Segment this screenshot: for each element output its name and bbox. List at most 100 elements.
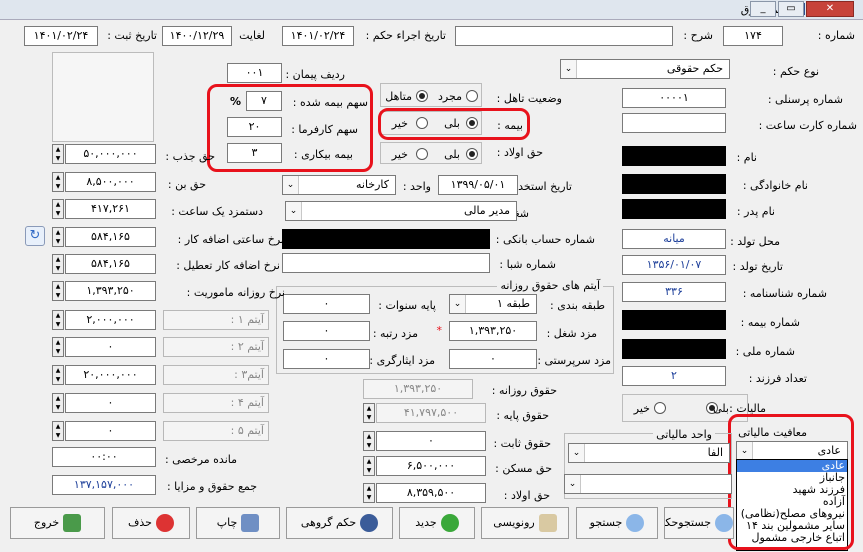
reg-date-field[interactable]: ۱۴۰۱/۰۲/۲۴ [24, 26, 98, 46]
holiday-field[interactable]: ۵۸۴,۱۶۵ [65, 254, 156, 274]
item3-name[interactable]: آیتم۳ : [163, 365, 269, 385]
copy-button[interactable]: رونویسی [481, 507, 569, 539]
exec-date-field[interactable]: ۱۴۰۱/۰۲/۲۴ [282, 26, 354, 46]
hourly-spinner[interactable]: ▲ ▼ [52, 199, 64, 219]
account-field[interactable] [282, 229, 490, 249]
hire-date-field[interactable]: ۱۳۹۹/۰۵/۰۱ [438, 175, 518, 195]
item5-field[interactable]: ۰ [65, 421, 156, 441]
insno-field[interactable] [622, 310, 726, 330]
search-label: جستجو [589, 516, 623, 529]
bon-spinner[interactable]: ▲ ▼ [52, 172, 64, 192]
name-field[interactable] [622, 146, 726, 166]
new-button[interactable]: جدید [399, 507, 475, 539]
housing-spinner[interactable]: ▲ ▼ [363, 456, 375, 476]
contract-row-label: ردیف پیمان : [285, 68, 345, 81]
desc-field[interactable] [455, 26, 673, 46]
base-field: ۴۱,۷۹۷,۵۰۰ [376, 403, 486, 423]
mission-field[interactable]: ۱,۳۹۳,۲۵۰ [65, 281, 156, 301]
job-wage-field[interactable]: ۱,۳۹۳,۲۵۰ [449, 321, 537, 341]
exit-button[interactable]: خروج [10, 507, 105, 539]
single-radio[interactable] [466, 90, 478, 102]
unit-value: کارخانه [355, 178, 389, 191]
item1-field[interactable]: ۲,۰۰۰,۰۰۰ [65, 310, 156, 330]
exit-icon [63, 514, 82, 532]
child-field[interactable]: ۸,۳۵۹,۵۰۰ [376, 483, 486, 503]
item3-spinner[interactable]: ▲ ▼ [52, 365, 64, 385]
item1-spinner[interactable]: ▲ ▼ [52, 310, 64, 330]
base-years-field[interactable]: ۰ [283, 294, 370, 314]
holiday-spinner[interactable]: ▲ ▼ [52, 254, 64, 274]
team-wage-field[interactable]: ۰ [449, 349, 537, 369]
sheba-label: شماره شبا : [499, 258, 556, 271]
ca-no-radio[interactable] [416, 148, 428, 160]
unit-label: واحد : [402, 180, 431, 193]
item4-field[interactable]: ۰ [65, 393, 156, 413]
tax-unit-select[interactable]: ⌄ الفا [568, 443, 730, 463]
item3-field[interactable]: ۲۰,۰۰۰,۰۰۰ [65, 365, 156, 385]
merit-wage-field[interactable]: ۰ [283, 349, 370, 369]
item5-name[interactable]: آیتم ۵ : [163, 421, 269, 441]
type-select[interactable]: ⌄ حکم حقوقی [560, 59, 730, 79]
family-field[interactable] [622, 174, 726, 194]
leave-field[interactable]: ۰۰:۰۰ [52, 447, 156, 467]
item5-spinner[interactable]: ▲ ▼ [52, 421, 64, 441]
married-radio[interactable] [416, 90, 428, 102]
item2-spinner[interactable]: ▲ ▼ [52, 337, 64, 357]
item4-name[interactable]: آیتم ۴ : [163, 393, 269, 413]
photo-box[interactable] [52, 52, 154, 142]
contract-row-field[interactable]: ۰۰۱ [227, 63, 282, 83]
group-order-button[interactable]: حکم گروهی [286, 507, 393, 539]
birthplace-field[interactable]: میانه [622, 229, 726, 249]
mission-spinner[interactable]: ▲ ▼ [52, 281, 64, 301]
base-label: حقوق پایه : [496, 409, 549, 422]
item2-field[interactable]: ۰ [65, 337, 156, 357]
child-spinner[interactable]: ▲ ▼ [363, 483, 375, 503]
base-spinner[interactable]: ▲ ▼ [363, 403, 375, 423]
married-label: متاهل [385, 90, 412, 103]
ca-no-label: خیر [391, 148, 408, 161]
birthdate-label: تاریخ تولد : [732, 260, 783, 273]
search-order-button[interactable]: جستجوحکم [664, 507, 734, 539]
hourly-field[interactable]: ۴۱۷,۲۶۱ [65, 199, 156, 219]
until-field[interactable]: ۱۴۰۰/۱۲/۲۹ [162, 26, 232, 46]
grade-select[interactable]: ⌄ طبقه ۱ [449, 294, 537, 314]
attract-field[interactable]: ۵۰,۰۰۰,۰۰۰ [65, 144, 156, 164]
national-field[interactable] [622, 339, 726, 359]
tax-no-radio[interactable] [654, 402, 666, 414]
refresh-icon[interactable]: ↻ [25, 226, 45, 246]
bon-field[interactable]: ۸,۵۰۰,۰۰۰ [65, 172, 156, 192]
sheba-field[interactable] [282, 253, 490, 273]
personnel-field[interactable]: ۰۰۰۰۱ [622, 88, 726, 108]
ca-yes-radio[interactable] [466, 148, 478, 160]
delete-button[interactable]: حذف [112, 507, 190, 539]
base-years-label: پایه سنوات : [378, 299, 436, 312]
print-button[interactable]: چاپ [196, 507, 280, 539]
minimize-button[interactable]: _ [750, 1, 776, 17]
fixed-field[interactable]: ۰ [376, 431, 486, 451]
housing-field[interactable]: ۶,۵۰۰,۰۰۰ [376, 456, 486, 476]
rank-wage-field[interactable]: ۰ [283, 321, 370, 341]
item4-spinner[interactable]: ▲ ▼ [52, 393, 64, 413]
children-field[interactable]: ۲ [622, 366, 726, 386]
search-button[interactable]: جستجو [576, 507, 658, 539]
name-label: نام : [736, 151, 757, 164]
overtime-field[interactable]: ۵۸۴,۱۶۵ [65, 227, 156, 247]
idno-field[interactable]: ۳۳۶ [622, 282, 726, 302]
card-field[interactable] [622, 113, 726, 133]
close-button[interactable]: ✕ [806, 1, 854, 17]
attract-label: حق جذب : [165, 150, 215, 163]
fixed-spinner[interactable]: ▲ ▼ [363, 431, 375, 451]
birthdate-field[interactable]: ۱۳۵۶/۰۱/۰۷ [622, 255, 726, 275]
unit-select[interactable]: ⌄ کارخانه [282, 175, 396, 195]
attract-spinner[interactable]: ▲ ▼ [52, 144, 64, 164]
father-field[interactable] [622, 199, 726, 219]
grade-label: طبقه بندی : [550, 299, 605, 312]
item1-name[interactable]: آیتم ۱ : [163, 310, 269, 330]
overtime-spinner[interactable]: ▲ ▼ [52, 227, 64, 247]
total-field: ۱۳۷,۱۵۷,۰۰۰ [52, 475, 156, 495]
item2-name[interactable]: آیتم ۲ : [163, 337, 269, 357]
number-field[interactable]: ۱۷۴ [723, 26, 783, 46]
restore-button[interactable]: ▭ [778, 1, 804, 17]
job-select[interactable]: ⌄ مدیر مالی [285, 201, 517, 221]
extra-select[interactable]: ⌄ [564, 474, 732, 494]
